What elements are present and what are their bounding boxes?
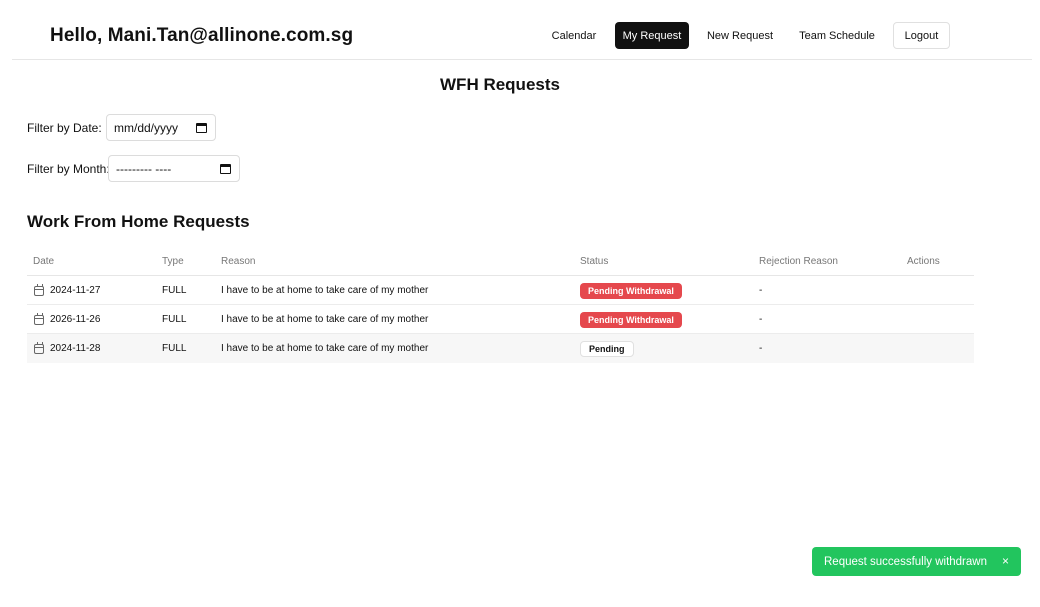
col-date: Date xyxy=(33,256,55,267)
col-status: Status xyxy=(580,256,609,267)
requests-table: Date Type Reason Status Rejection Reason… xyxy=(27,248,974,363)
col-reason: Reason xyxy=(221,256,256,267)
nav-my-request-button[interactable]: My Request xyxy=(615,22,689,49)
filter-month-label: Filter by Month: xyxy=(27,162,110,176)
filter-date-value: mm/dd/yyyy xyxy=(114,120,179,135)
success-toast: Request successfully withdrawn × xyxy=(812,547,1021,576)
row-type: FULL xyxy=(162,343,187,354)
section-title: Work From Home Requests xyxy=(27,212,250,231)
col-type: Type xyxy=(162,256,184,267)
row-reason: I have to be at home to take care of my … xyxy=(221,314,429,325)
row-date: 2024-11-27 xyxy=(50,285,101,296)
toast-message: Request successfully withdrawn xyxy=(824,555,987,568)
col-actions: Actions xyxy=(907,256,940,267)
filter-date-input[interactable]: mm/dd/yyyy xyxy=(106,114,216,141)
filter-month-input[interactable]: --------- ---- xyxy=(108,155,240,182)
nav-team-schedule-button[interactable]: Team Schedule xyxy=(791,22,883,49)
row-reason: I have to be at home to take care of my … xyxy=(221,285,429,296)
app-root: Hello, Mani.Tan@allinone.com.sg Calendar… xyxy=(0,0,1040,607)
row-type: FULL xyxy=(162,314,187,325)
filter-month-value: --------- ---- xyxy=(116,161,172,176)
filter-date-label: Filter by Date: xyxy=(27,121,102,135)
calendar-icon xyxy=(34,284,44,296)
table-row: 2024-11-28 FULL I have to be at home to … xyxy=(27,334,974,363)
row-date: 2026-11-26 xyxy=(50,314,101,325)
top-header: Hello, Mani.Tan@allinone.com.sg Calendar… xyxy=(12,0,1032,60)
calendar-icon xyxy=(34,313,44,325)
status-badge: Pending Withdrawal xyxy=(580,283,682,299)
close-icon[interactable]: × xyxy=(1002,554,1009,568)
nav-new-request-button[interactable]: New Request xyxy=(700,22,780,49)
table-row: 2026-11-26 FULL I have to be at home to … xyxy=(27,305,974,334)
row-rejection-reason: - xyxy=(759,285,763,296)
calendar-icon[interactable] xyxy=(196,123,207,133)
row-rejection-reason: - xyxy=(759,343,763,354)
nav-calendar-button[interactable]: Calendar xyxy=(545,22,603,49)
row-reason: I have to be at home to take care of my … xyxy=(221,343,429,354)
table-header: Date Type Reason Status Rejection Reason… xyxy=(27,248,974,276)
logout-button[interactable]: Logout xyxy=(893,22,950,49)
col-rejection-reason: Rejection Reason xyxy=(759,256,838,267)
row-type: FULL xyxy=(162,285,187,296)
status-badge: Pending Withdrawal xyxy=(580,312,682,328)
page-title: WFH Requests xyxy=(440,75,560,94)
row-rejection-reason: - xyxy=(759,314,763,325)
status-badge: Pending xyxy=(580,341,634,357)
top-nav: Calendar My Request New Request Team Sch… xyxy=(12,0,1032,60)
calendar-icon xyxy=(34,342,44,354)
row-date: 2024-11-28 xyxy=(50,343,101,354)
calendar-icon[interactable] xyxy=(220,164,231,174)
table-row: 2024-11-27 FULL I have to be at home to … xyxy=(27,276,974,305)
